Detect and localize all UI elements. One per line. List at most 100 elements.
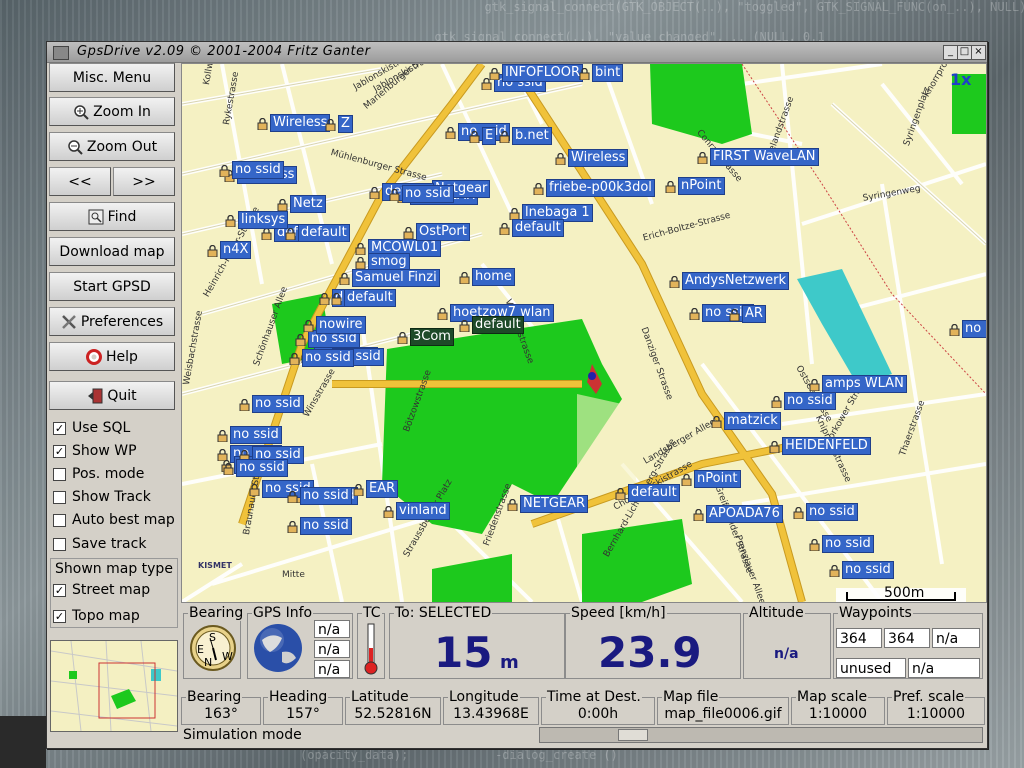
wifi-access-point-label[interactable]: nowire [316, 316, 366, 334]
wifi-access-point-label[interactable]: home [472, 268, 515, 286]
lock-icon [383, 505, 394, 519]
wifi-access-point-label[interactable]: n4X [220, 241, 252, 259]
use-sql-checkbox[interactable]: ✓ Use SQL [53, 418, 130, 438]
wifi-access-point-label[interactable]: no ssid [252, 395, 304, 413]
wifi-access-point-label[interactable]: Z [338, 115, 353, 133]
wifi-access-point-label[interactable]: E [482, 127, 497, 145]
topo-map-checkbox[interactable]: ✓ Topo map [53, 606, 140, 626]
wifi-access-point-label[interactable]: INFOFLOOR [502, 64, 584, 82]
wifi-access-point-label[interactable]: no ssid [302, 349, 354, 367]
wifi-access-point-label[interactable]: nPoint [694, 470, 741, 488]
zoom-in-button[interactable]: Zoom In [49, 97, 175, 126]
wifi-access-point-label[interactable]: no ssid [402, 185, 454, 203]
wifi-access-point-label[interactable]: b.net [512, 127, 552, 145]
lock-icon [469, 130, 480, 144]
wifi-access-point-label[interactable]: no ssid [230, 426, 282, 444]
wifi-access-point-label[interactable]: Samuel Finzi [352, 269, 440, 287]
street-name-label: Mitte [282, 570, 305, 580]
lock-icon [437, 307, 448, 321]
lock-icon [681, 473, 692, 487]
lock-icon [459, 319, 470, 333]
wifi-access-point-label[interactable]: default [472, 316, 524, 334]
wifi-access-point-label[interactable]: Wireless [568, 149, 629, 167]
find-label: Find [107, 208, 137, 225]
lock-icon [711, 415, 722, 429]
checkbox-box [53, 490, 66, 504]
maximize-button[interactable]: □ [957, 45, 972, 60]
wifi-access-point-label[interactable]: nPoint [678, 177, 725, 195]
close-button[interactable]: × [971, 45, 986, 60]
wifi-access-point-label[interactable]: no ssid [842, 561, 894, 579]
find-button[interactable]: Find [49, 202, 175, 231]
auto-best-map-checkbox[interactable]: Auto best map [53, 510, 175, 530]
altitude-value: n/a [774, 646, 799, 662]
wifi-access-point-label[interactable]: FIRST WaveLAN [710, 148, 819, 166]
lock-icon [665, 180, 676, 194]
previous-map-button[interactable]: << [49, 167, 111, 196]
wifi-access-point-label[interactable]: no ssid [236, 459, 288, 477]
status-latitude-value: 52.52816N [354, 706, 432, 722]
misc-menu-button[interactable]: Misc. Menu [49, 63, 175, 92]
wifi-access-point-label[interactable]: NETGEAR [520, 495, 589, 513]
next-map-button[interactable]: >> [113, 167, 175, 196]
lock-icon [771, 395, 782, 409]
wifi-access-point-label[interactable]: AR [742, 305, 766, 323]
wifi-access-point-label[interactable]: default [512, 219, 564, 237]
lock-icon [217, 429, 228, 443]
show-wp-checkbox[interactable]: ✓ Show WP [53, 441, 137, 461]
progress-handle[interactable] [618, 729, 648, 741]
map-view[interactable]: JablonskistrasseRudolf-Schwarz-StrasseCo… [181, 63, 987, 603]
waypoints-frame: Waypoints 364 364 n/a unused n/a [833, 605, 983, 679]
quit-button[interactable]: Quit [49, 381, 175, 410]
wifi-access-point-label[interactable]: vinland [396, 502, 450, 520]
pos-mode-checkbox[interactable]: Pos. mode [53, 464, 144, 484]
lock-icon [339, 272, 350, 286]
wifi-access-point-label[interactable]: bint [592, 64, 624, 82]
overview-minimap[interactable] [50, 640, 178, 732]
zoom-indicator: 1x [950, 70, 972, 89]
wifi-access-point-label[interactable]: no ssid [784, 392, 836, 410]
wifi-access-point-label[interactable]: HEIDENFELD [782, 437, 871, 455]
wifi-access-point-label[interactable]: EAR [366, 480, 399, 498]
lock-icon [219, 164, 230, 178]
checkbox-label: Show Track [72, 489, 151, 505]
wifi-access-point-label[interactable]: Netz [290, 195, 326, 213]
wifi-access-point-label[interactable]: default [628, 484, 680, 502]
minimize-button[interactable]: _ [943, 45, 958, 60]
lock-icon [507, 498, 518, 512]
wifi-access-point-label[interactable]: friebe-p00k3dol [546, 179, 655, 197]
wifi-access-point-label[interactable]: linksys [238, 211, 289, 229]
help-button[interactable]: Help [49, 342, 175, 371]
wifi-access-point-label[interactable]: no ssid [300, 487, 352, 505]
wifi-access-point-label[interactable]: Wireless [270, 114, 331, 132]
lock-icon [489, 67, 500, 81]
window-menu-icon[interactable] [53, 46, 69, 60]
wifi-access-point-label[interactable]: AndysNetzwerk [682, 272, 789, 290]
start-gpsd-button[interactable]: Start GPSD [49, 272, 175, 301]
preferences-button[interactable]: Preferences [49, 307, 175, 336]
wifi-access-point-label[interactable]: 3Com [410, 328, 454, 346]
title-bar[interactable]: GpsDrive v2.09 © 2001-2004 Fritz Ganter … [47, 42, 987, 63]
wifi-access-point-label[interactable]: OstPort [416, 223, 470, 241]
wifi-access-point-label[interactable]: no ssid [232, 161, 284, 179]
status-longitude-value: 13.43968E [453, 706, 529, 722]
wifi-access-point-label[interactable]: matzick [724, 412, 781, 430]
status-time-value: 0:00h [577, 706, 619, 722]
checkbox-box [53, 513, 66, 527]
zoom-out-button[interactable]: Zoom Out [49, 132, 175, 161]
wifi-access-point-label[interactable]: no ssid [300, 517, 352, 535]
wifi-access-point-label[interactable]: no ssid [806, 503, 858, 521]
lock-icon [239, 398, 250, 412]
compass-n: N [204, 656, 213, 669]
wifi-access-point-label[interactable]: no ssid [962, 320, 986, 338]
wifi-access-point-label[interactable]: default [344, 289, 396, 307]
show-track-checkbox[interactable]: Show Track [53, 487, 151, 507]
speed-frame: Speed [km/h] 23.9 [565, 605, 741, 679]
wifi-access-point-label[interactable]: amps WLAN [822, 375, 907, 393]
wifi-access-point-label[interactable]: APOADA76 [706, 505, 783, 523]
download-map-button[interactable]: Download map [49, 237, 175, 266]
wifi-access-point-label[interactable]: no ssid [822, 535, 874, 553]
street-map-checkbox[interactable]: ✓ Street map [53, 580, 150, 600]
wifi-access-point-label[interactable]: default [298, 224, 350, 242]
save-track-checkbox[interactable]: Save track [53, 534, 146, 554]
